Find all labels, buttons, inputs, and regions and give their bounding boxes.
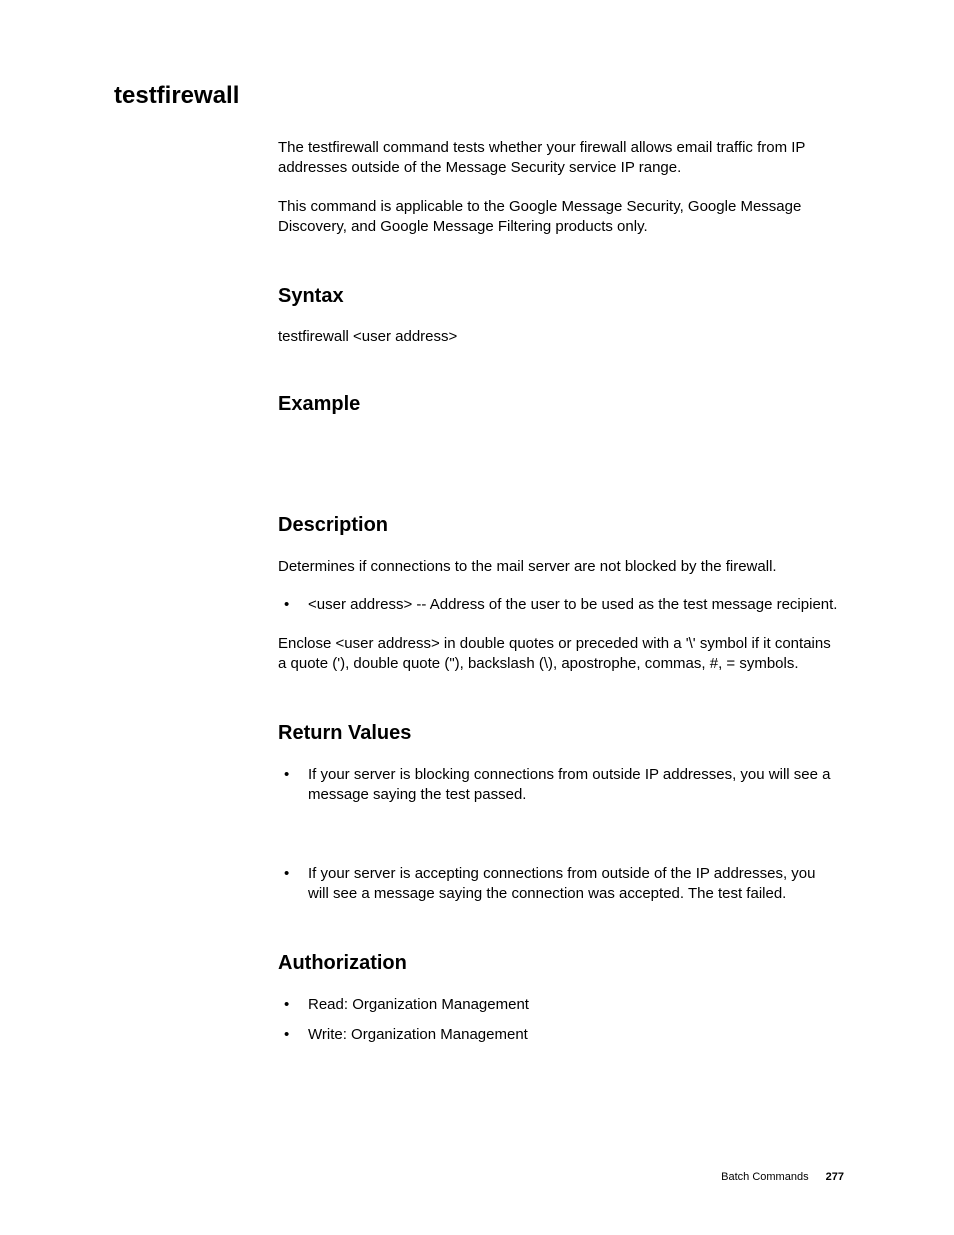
list-item: Write: Organization Management [278,1025,838,1045]
description-paragraph-1: Determines if connections to the mail se… [278,557,838,577]
footer-page-number: 277 [826,1171,844,1183]
authorization-heading: Authorization [278,952,838,975]
intro-paragraph-2: This command is applicable to the Google… [278,197,838,238]
syntax-usage: testfirewall <user address> [278,328,838,345]
description-heading: Description [278,514,838,537]
intro-paragraph-1: The testfirewall command tests whether y… [278,138,838,179]
page: testfirewall The testfirewall command te… [0,0,954,1235]
list-item: If your server is accepting connections … [278,864,838,905]
footer-section-label: Batch Commands [721,1171,808,1183]
example-heading: Example [278,393,838,416]
content-body: The testfirewall command tests whether y… [278,138,838,1046]
description-bullets: <user address> -- Address of the user to… [278,595,838,615]
list-item: Read: Organization Management [278,995,838,1015]
description-paragraph-2: Enclose <user address> in double quotes … [278,634,838,675]
authorization-bullets: Read: Organization Management Write: Org… [278,995,838,1046]
list-item: <user address> -- Address of the user to… [278,595,838,615]
return-values-bullets: If your server is blocking connections f… [278,765,838,904]
syntax-heading: Syntax [278,285,838,308]
page-title: testfirewall [114,82,844,110]
page-footer: Batch Commands 277 [721,1171,844,1183]
example-body-empty [278,436,838,466]
list-item: If your server is blocking connections f… [278,765,838,806]
return-values-heading: Return Values [278,722,838,745]
